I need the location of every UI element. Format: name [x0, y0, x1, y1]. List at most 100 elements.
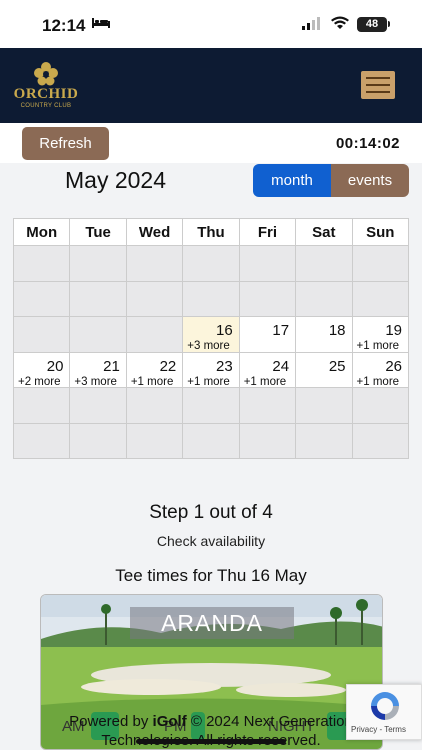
- weekday-header: Fri: [238, 218, 297, 246]
- calendar-body: 16 +3 more 17 18 19 +1 more 20 +2 more 21 +3 more…: [12, 245, 410, 459]
- calendar-day-cell: [295, 387, 353, 424]
- hamburger-menu-button[interactable]: [361, 71, 395, 99]
- more-events-link[interactable]: +3 more: [74, 376, 117, 387]
- calendar-day-cell: [238, 387, 297, 424]
- battery-icon: 48: [357, 17, 387, 32]
- day-number: 17: [272, 322, 290, 339]
- calendar-day-cell: [69, 422, 127, 459]
- weekday-header: Sun: [351, 218, 410, 246]
- day-number: 25: [328, 357, 346, 375]
- weekday-header: Mon: [12, 218, 71, 246]
- recaptcha-links[interactable]: Privacy - Terms: [351, 725, 406, 734]
- calendar-day-cell[interactable]: 19 +1 more: [351, 316, 410, 353]
- calendar-day-cell: [12, 245, 71, 282]
- calendar-day-cell: [351, 422, 410, 459]
- menu-line-icon: [366, 91, 390, 93]
- calendar-day-cell: [295, 280, 353, 317]
- calendar-day-cell: [238, 245, 297, 282]
- session-timer: 00:14:02: [335, 135, 400, 152]
- calendar-day-cell[interactable]: 17: [238, 316, 297, 353]
- more-events-link[interactable]: +2 more: [18, 376, 61, 387]
- calendar-week-row: [12, 422, 410, 459]
- course-name: ARANDA: [130, 607, 294, 639]
- calendar-day-cell: [125, 422, 184, 459]
- day-number: 22: [159, 357, 177, 375]
- calendar-day-cell[interactable]: 25: [295, 351, 353, 388]
- more-events-link[interactable]: +1 more: [187, 376, 230, 387]
- calendar-day-cell: [295, 245, 353, 282]
- weekday-header: Wed: [125, 218, 184, 246]
- calendar-day-cell: [12, 280, 71, 317]
- day-number: 20: [46, 357, 64, 375]
- calendar-day-cell: [182, 387, 240, 424]
- calendar-grid: Mon Tue Wed Thu Fri Sat Sun 16 +3 more 17 18 19 +1 …: [12, 218, 410, 459]
- more-events-link[interactable]: +3 more: [187, 340, 230, 351]
- calendar-day-cell: [69, 280, 127, 317]
- recaptcha-badge[interactable]: Privacy - Terms: [346, 684, 422, 740]
- status-time: 12:14: [42, 16, 86, 35]
- more-events-link[interactable]: +1 more: [244, 376, 287, 387]
- day-number: 21: [103, 357, 120, 375]
- refresh-button[interactable]: Refresh: [22, 127, 109, 160]
- calendar-day-cell[interactable]: 23 +1 more: [182, 351, 240, 388]
- calendar-day-cell: [295, 422, 353, 459]
- cellular-signal-icon: [302, 17, 320, 30]
- calendar-day-cell: [125, 387, 184, 424]
- calendar-week-row: 16 +3 more 17 18 19 +1 more: [12, 316, 410, 353]
- toolbar: Refresh 00:14:02: [0, 123, 422, 163]
- events-view-button[interactable]: events: [331, 164, 409, 197]
- calendar-day-cell: [238, 280, 297, 317]
- calendar-day-cell: [182, 422, 240, 459]
- calendar-week-row: [12, 280, 410, 317]
- calendar-day-cell: [12, 316, 71, 353]
- day-number: 26: [385, 357, 402, 375]
- more-events-link[interactable]: +1 more: [357, 340, 400, 351]
- calendar-week-row: 20 +2 more 21 +3 more 22 +1 more 23 +1 more 24 +1…: [12, 351, 410, 388]
- logo-text: ORCHID: [13, 86, 79, 102]
- wifi-icon: [331, 16, 349, 29]
- day-number: 16: [216, 322, 233, 339]
- calendar-day-cell: [182, 245, 240, 282]
- weekday-header: Sat: [295, 218, 353, 246]
- more-events-link[interactable]: +1 more: [357, 376, 400, 387]
- month-view-button[interactable]: month: [253, 164, 331, 197]
- day-number: 18: [328, 322, 346, 339]
- calendar-day-cell: [12, 387, 71, 424]
- calendar-day-cell: [182, 280, 240, 317]
- footer-brand-link[interactable]: iGolf: [153, 713, 187, 730]
- menu-line-icon: [366, 77, 390, 79]
- calendar-day-cell[interactable]: 21 +3 more: [69, 351, 127, 388]
- day-number: 23: [216, 357, 233, 375]
- view-toggle: month events: [253, 164, 409, 197]
- battery-tip: [388, 21, 390, 27]
- footer-prefix: Powered by: [69, 713, 153, 730]
- status-bar: 12:14 48: [0, 0, 422, 48]
- app-header: ORCHID COUNTRY CLUB: [0, 48, 422, 123]
- calendar-day-cell[interactable]: 24 +1 more: [238, 351, 297, 388]
- club-logo[interactable]: ORCHID COUNTRY CLUB: [12, 60, 80, 112]
- menu-line-icon: [366, 84, 390, 86]
- calendar-day-cell[interactable]: 20 +2 more: [12, 351, 71, 388]
- calendar-day-cell[interactable]: 26 +1 more: [351, 351, 410, 388]
- more-events-link[interactable]: +1 more: [131, 376, 174, 387]
- weekday-header-row: Mon Tue Wed Thu Fri Sat Sun: [12, 218, 410, 246]
- calendar-day-cell: [351, 245, 410, 282]
- orchid-flower-icon: [34, 62, 58, 86]
- calendar-day-cell[interactable]: 18: [295, 316, 353, 353]
- calendar-day-cell: [125, 245, 184, 282]
- calendar-day-cell[interactable]: 22 +1 more: [125, 351, 184, 388]
- footer-copyright: © 2024 Next Generation: [186, 713, 353, 730]
- calendar-day-cell[interactable]: 16 +3 more: [182, 316, 240, 353]
- step-subtitle: Check availability: [156, 533, 266, 549]
- calendar-day-cell: [69, 316, 127, 353]
- app-page: 12:14 48 ORCHID COUNTRY CLUB Refresh 00:…: [0, 0, 422, 750]
- weekday-header: Thu: [182, 218, 240, 246]
- calendar-title: May 2024: [65, 167, 167, 193]
- day-number: 24: [272, 357, 290, 375]
- tee-times-title: Tee times for Thu 16 May: [115, 566, 307, 585]
- calendar-day-cell: [238, 422, 297, 459]
- day-number: 19: [385, 322, 402, 339]
- calendar-day-cell: [69, 387, 127, 424]
- calendar-week-row: [12, 245, 410, 282]
- calendar-day-cell: [12, 422, 71, 459]
